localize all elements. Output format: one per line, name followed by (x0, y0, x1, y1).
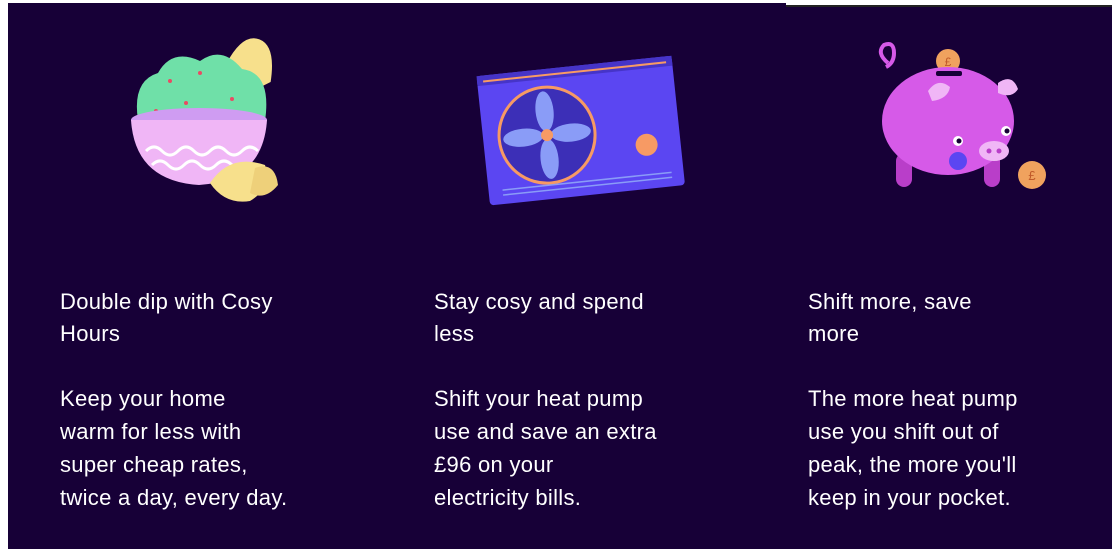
feature-card-stay-cosy: Stay cosy and spend less Shift your heat… (434, 3, 754, 549)
piggy-bank-icon: £ £ (878, 42, 1046, 189)
feature-description: Shift your heat pump use and save an ext… (434, 386, 657, 510)
feature-description: Keep your home warm for less with super … (60, 386, 288, 510)
feature-card-shift-more: £ £ Shift more, save more The more heat … (808, 3, 1112, 549)
top-right-strip (786, 0, 1112, 7)
svg-text:£: £ (1028, 168, 1036, 183)
heat-pump-icon (476, 55, 685, 206)
feature-title: Double dip with Cosy Hours (60, 289, 273, 346)
feature-title: Stay cosy and spend less (434, 289, 644, 346)
svg-text:£: £ (945, 55, 952, 69)
feature-title: Shift more, save more (808, 289, 972, 346)
features-panel: Double dip with Cosy Hours Keep your hom… (8, 3, 1112, 549)
feature-description: The more heat pump use you shift out of … (808, 386, 1018, 510)
guacamole-bowl-icon (131, 35, 278, 202)
feature-card-cosy-hours: Double dip with Cosy Hours Keep your hom… (60, 3, 380, 549)
